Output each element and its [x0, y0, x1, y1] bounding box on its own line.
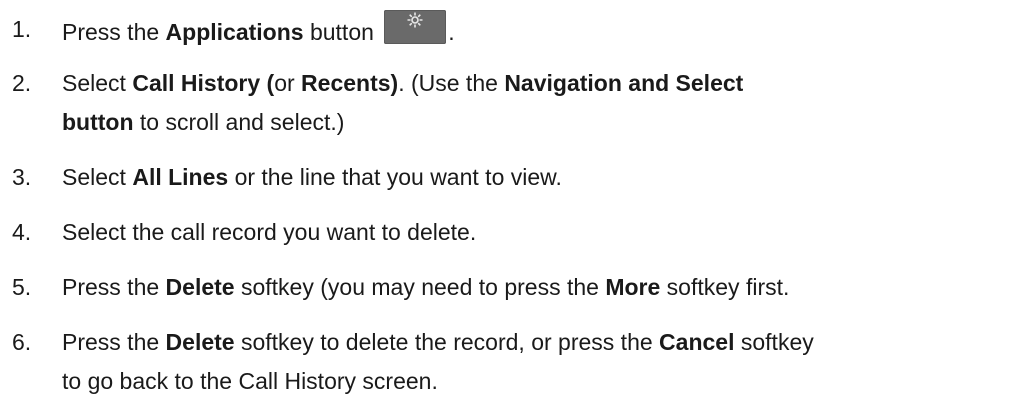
step-number: 3. — [12, 164, 32, 190]
step-number: 4. — [12, 219, 32, 245]
text-segment: softkey — [734, 329, 814, 355]
bold-term-applications: Applications — [165, 19, 304, 45]
step-number: 2. — [12, 70, 32, 96]
step-number: 1. — [12, 16, 32, 42]
text-segment: softkey to delete the record, or press t… — [234, 329, 660, 355]
step-5: 5. Press the Delete softkey (you may nee… — [0, 268, 1028, 307]
text-segment: Press the — [62, 329, 166, 355]
text-segment: to go back to the Call History screen. — [62, 368, 438, 394]
text-segment: Select — [62, 164, 133, 190]
text-segment: Select — [62, 70, 133, 96]
bold-term-button: button — [62, 109, 134, 135]
step-text-line-2: button to scroll and select.) — [62, 103, 1028, 142]
step-text: Press the Applications button . — [62, 10, 1028, 52]
bold-term-delete: Delete — [165, 329, 235, 355]
text-segment: or — [274, 70, 302, 96]
text-segment: button — [303, 19, 381, 45]
text-segment: or the line that you want to view. — [228, 164, 562, 190]
bold-term-cancel: Cancel — [659, 329, 735, 355]
gear-icon — [407, 12, 423, 28]
text-segment: . (Use the — [398, 70, 505, 96]
step-text: Select All Lines or the line that you wa… — [62, 158, 1028, 197]
step-2: 2. Select Call History (or Recents). (Us… — [0, 64, 1028, 142]
step-number: 5. — [12, 274, 32, 300]
text-segment: Press the — [62, 19, 166, 45]
step-text: Select the call record you want to delet… — [62, 213, 1028, 252]
bold-term-recents: Recents) — [301, 70, 399, 96]
text-segment: softkey first. — [660, 274, 790, 300]
step-number: 6. — [12, 329, 32, 355]
bold-term-more: More — [605, 274, 661, 300]
step-text: Press the Delete softkey (you may need t… — [62, 268, 1028, 307]
step-text-line-1: Select Call History (or Recents). (Use t… — [62, 64, 1028, 103]
step-1: 1. Press the Applications button . — [0, 10, 1028, 52]
text-segment: softkey (you may need to press the — [234, 274, 606, 300]
bold-term-navigation: Navigation and Select — [504, 70, 744, 96]
text-segment: . — [448, 19, 455, 45]
text-segment: Press the — [62, 274, 166, 300]
step-text-line-1: Press the Delete softkey to delete the r… — [62, 323, 1028, 362]
text-segment: to scroll and select.) — [133, 109, 345, 135]
bold-term-all-lines: All Lines — [132, 164, 229, 190]
step-3: 3. Select All Lines or the line that you… — [0, 158, 1028, 197]
step-text-line-2: to go back to the Call History screen. — [62, 362, 1028, 401]
step-6: 6. Press the Delete softkey to delete th… — [0, 323, 1028, 401]
instruction-list: 1. Press the Applications button . 2. Se… — [0, 0, 1028, 401]
applications-button-image — [384, 10, 447, 44]
step-4: 4. Select the call record you want to de… — [0, 213, 1028, 252]
bold-term-delete: Delete — [165, 274, 235, 300]
text-segment: Select the call record you want to delet… — [62, 219, 477, 245]
bold-term-call-history: Call History ( — [132, 70, 275, 96]
